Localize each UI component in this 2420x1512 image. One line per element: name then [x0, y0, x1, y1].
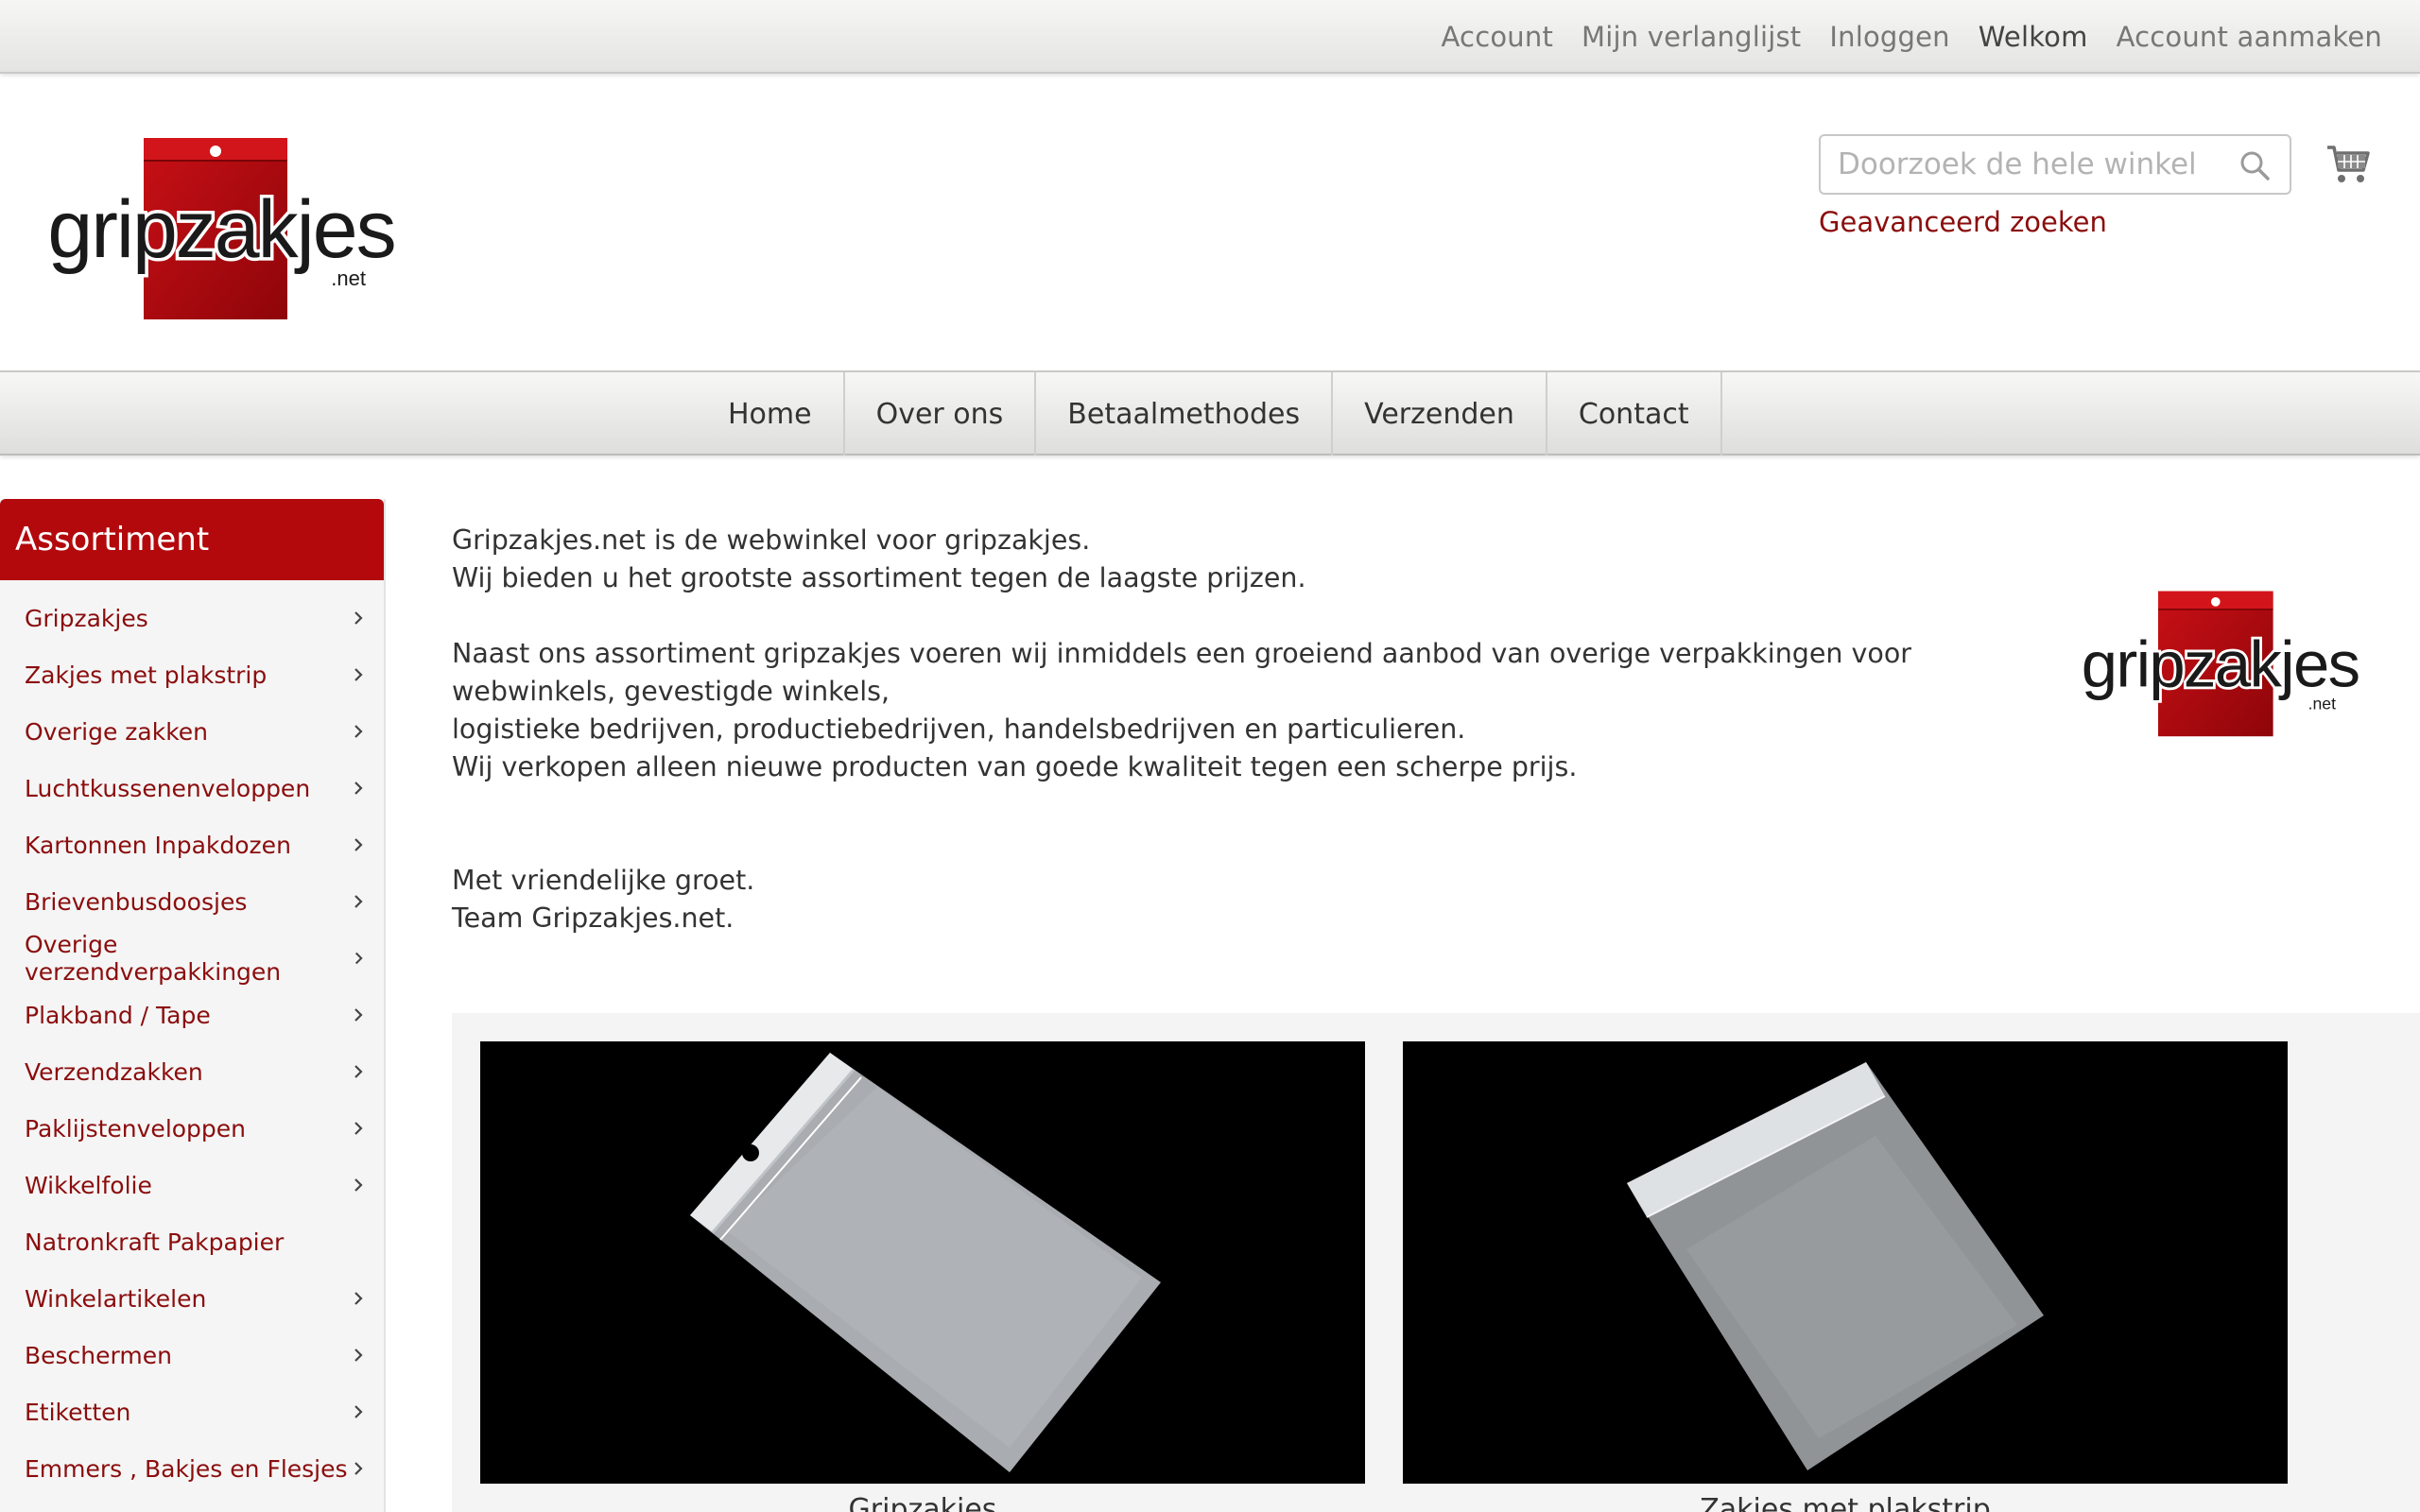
search-input[interactable] — [1821, 136, 2218, 193]
search-icon[interactable] — [2238, 149, 2271, 181]
brand-logo-image: gripzakjes .net — [2079, 591, 2361, 737]
sidebar-item-overige-zakken[interactable]: Overige zakken — [0, 703, 384, 760]
nav-items: Home Over ons Betaalmethodes Verzenden C… — [698, 372, 1722, 455]
sidebar-item-label: Kartonnen Inpakdozen — [25, 831, 291, 859]
chevron-right-icon[interactable] — [352, 1008, 365, 1022]
sidebar-item-label: Plakband / Tape — [25, 1001, 211, 1029]
chevron-right-icon[interactable] — [352, 725, 365, 738]
sidebar-item-kartonnen-inpakdozen[interactable]: Kartonnen Inpakdozen — [0, 816, 384, 873]
category-caption-zakjes-met-plakstrip[interactable]: Zakjes met plakstrip — [1403, 1493, 2288, 1512]
nav-contact[interactable]: Contact — [1547, 372, 1722, 455]
sidebar-item-wikkelfolie[interactable]: Wikkelfolie — [0, 1157, 384, 1213]
chevron-right-icon[interactable] — [352, 1462, 365, 1475]
intro-text: Gripzakjes.net is de webwinkel voor grip… — [452, 522, 1983, 937]
sidebar-item-label: Brievenbusdoosjes — [25, 887, 248, 916]
category-list: Gripzakjes Zakjes met plakstrip Overige za… — [0, 580, 384, 1497]
sidebar-item-beschermen[interactable]: Beschermen — [0, 1327, 384, 1383]
sidebar-item-label: Luchtkussenenveloppen — [25, 774, 311, 802]
top-bar: Account Mijn verlanglijst Inloggen Welko… — [0, 0, 2420, 74]
toplink-wishlist[interactable]: Mijn verlanglijst — [1582, 21, 1801, 53]
svg-text:.net: .net — [2308, 694, 2336, 713]
chevron-right-icon[interactable] — [352, 1405, 365, 1418]
sidebar-item-paklijstenveloppen[interactable]: Paklijstenveloppen — [0, 1100, 384, 1157]
category-image-gripzakjes[interactable] — [480, 1041, 1365, 1484]
category-sidebar: Assortiment Gripzakjes Zakjes met plakstr… — [0, 499, 386, 1512]
sidebar-item-overige-verzendverpakkingen[interactable]: Overige verzendverpakkingen — [0, 930, 384, 987]
chevron-right-icon[interactable] — [352, 1349, 365, 1362]
cart-icon[interactable] — [2325, 142, 2371, 187]
search-box — [1819, 134, 2291, 195]
sidebar-item-label: Overige zakken — [25, 717, 209, 746]
sidebar-item-luchtkussenenveloppen[interactable]: Luchtkussenenveloppen — [0, 760, 384, 816]
svg-text:gripzakjes: gripzakjes — [2082, 627, 2360, 700]
sidebar-item-brievenbusdoosjes[interactable]: Brievenbusdoosjes — [0, 873, 384, 930]
chevron-right-icon[interactable] — [353, 952, 365, 965]
chevron-right-icon[interactable] — [352, 782, 365, 795]
intro-paragraph-3: Met vriendelijke groet. Team Gripzakjes.… — [452, 865, 755, 934]
sidebar-item-label: Beschermen — [25, 1341, 172, 1369]
chevron-right-icon[interactable] — [352, 1292, 365, 1305]
toplink-account[interactable]: Account — [1442, 21, 1554, 53]
chevron-right-icon[interactable] — [352, 1178, 365, 1192]
advanced-search-link[interactable]: Geavanceerd zoeken — [1819, 206, 2107, 238]
sidebar-item-natronkraft-pakpapier[interactable]: Natronkraft Pakpapier — [0, 1213, 384, 1270]
welcome-text: Welkom — [1978, 21, 2088, 53]
sidebar-item-emmers-bakjes-en-flesjes[interactable]: Emmers , Bakjes en Flesjes — [0, 1440, 384, 1497]
main-nav: Home Over ons Betaalmethodes Verzenden C… — [0, 370, 2420, 455]
sidebar-item-verzendzakken[interactable]: Verzendzakken — [0, 1043, 384, 1100]
chevron-right-icon[interactable] — [352, 1065, 365, 1078]
chevron-right-icon[interactable] — [352, 668, 365, 681]
category-grid: Gripzakjes Zakjes met plakstrip — [452, 1013, 2420, 1512]
sidebar-item-label: Emmers , Bakjes en Flesjes — [25, 1454, 348, 1483]
chevron-right-icon[interactable] — [352, 1122, 365, 1135]
sidebar-item-plakband-tape[interactable]: Plakband / Tape — [0, 987, 384, 1043]
sidebar-item-zakjes-met-plakstrip[interactable]: Zakjes met plakstrip — [0, 646, 384, 703]
sidebar-item-label: Paklijstenveloppen — [25, 1114, 247, 1143]
nav-home[interactable]: Home — [698, 372, 845, 455]
toplink-create-account[interactable]: Account aanmaken — [2117, 21, 2382, 53]
sidebar-item-winkelartikelen[interactable]: Winkelartikelen — [0, 1270, 384, 1327]
nav-over-ons[interactable]: Over ons — [845, 372, 1037, 455]
sidebar-item-label: Overige verzendverpakkingen — [25, 931, 282, 986]
sidebar-title: Assortiment — [0, 499, 384, 580]
chevron-right-icon[interactable] — [352, 838, 365, 851]
sidebar-item-label: Zakjes met plakstrip — [25, 661, 268, 689]
intro-paragraph-2: Naast ons assortiment gripzakjes voeren … — [452, 638, 1911, 782]
sidebar-item-gripzakjes[interactable]: Gripzakjes — [0, 590, 384, 646]
site-logo[interactable]: gripzakjes .net — [42, 136, 397, 325]
category-image-zakjes-met-plakstrip[interactable] — [1403, 1041, 2288, 1484]
sidebar-item-label: Gripzakjes — [25, 604, 148, 632]
nav-verzenden[interactable]: Verzenden — [1333, 372, 1547, 455]
nav-betaalmethodes[interactable]: Betaalmethodes — [1036, 372, 1334, 455]
sidebar-item-label: Wikkelfolie — [25, 1171, 152, 1199]
svg-text:.net: .net — [331, 266, 366, 290]
svg-text:gripzakjes: gripzakjes — [47, 184, 394, 275]
toplink-login[interactable]: Inloggen — [1829, 21, 1949, 53]
chevron-right-icon[interactable] — [352, 611, 365, 625]
sidebar-item-label: Winkelartikelen — [25, 1284, 207, 1313]
sidebar-item-etiketten[interactable]: Etiketten — [0, 1383, 384, 1440]
sidebar-item-label: Etiketten — [25, 1398, 131, 1426]
intro-paragraph-1: Gripzakjes.net is de webwinkel voor grip… — [452, 524, 1306, 593]
sidebar-item-label: Natronkraft Pakpapier — [25, 1228, 285, 1256]
chevron-right-icon[interactable] — [352, 895, 365, 908]
top-links: Account Mijn verlanglijst Inloggen Welko… — [1413, 0, 2382, 74]
sidebar-item-label: Verzendzakken — [25, 1057, 203, 1086]
category-caption-gripzakjes[interactable]: Gripzakjes — [480, 1493, 1365, 1512]
